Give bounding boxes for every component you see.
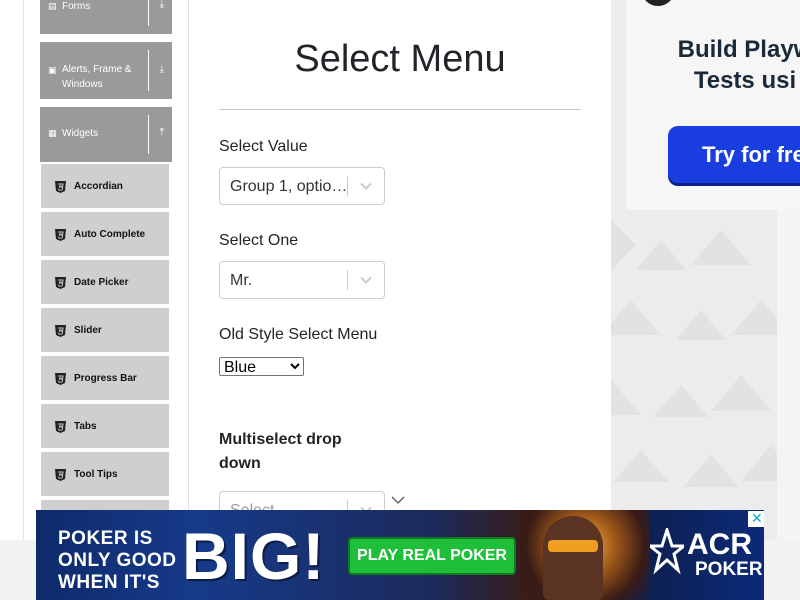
sidebar-item-tabs[interactable]: Tabs xyxy=(41,404,169,450)
sidebar-item-progress-bar[interactable]: Progress Bar xyxy=(41,356,169,402)
banner-brand-sub: POKER xyxy=(695,559,763,580)
html5-icon xyxy=(55,325,66,337)
banner-tagline: POKER IS ONLY GOOD WHEN IT'S xyxy=(58,528,177,594)
banner-tagline-line: WHEN IT'S xyxy=(58,572,160,593)
title-divider xyxy=(219,109,581,110)
page-title: Select Menu xyxy=(294,38,506,80)
sidebar-group-widgets[interactable]: ▦ Widgets ⤒ xyxy=(40,107,172,162)
select-one-label: Select One xyxy=(219,232,299,249)
select-value-dropdown[interactable]: Group 1, option 1 xyxy=(219,167,385,205)
banner-tagline-line: POKER IS xyxy=(58,528,153,549)
ad-headline-line: Build Playw xyxy=(677,36,800,63)
select-value-current: Group 1, option 1 xyxy=(230,178,350,195)
html5-icon xyxy=(55,229,66,241)
sidebar-item-slider[interactable]: Slider xyxy=(41,308,169,354)
sidebar-item-label: Auto Complete xyxy=(74,229,146,240)
dropdown-separator xyxy=(347,270,348,290)
sidebar-group-forms[interactable]: ▤ Forms ⤓ xyxy=(40,0,172,34)
chevron-down-icon[interactable] xyxy=(391,495,405,505)
ad-character xyxy=(543,516,603,600)
dropdown-separator xyxy=(347,176,348,196)
banner-big-word: BIG! xyxy=(182,519,326,593)
sidebar-item-label: Date Picker xyxy=(74,277,129,288)
old-style-select[interactable]: Blue xyxy=(219,357,304,376)
html5-icon xyxy=(55,469,66,481)
divider xyxy=(148,115,149,154)
ad-headline: Build Playw Tests usi xyxy=(675,34,800,96)
window-icon: ▣ xyxy=(48,65,57,75)
divider xyxy=(148,50,149,91)
select-one-current: Mr. xyxy=(230,272,253,289)
sidebar-item-accordian[interactable]: Accordian xyxy=(41,164,169,210)
sidebar-item-date-picker[interactable]: Date Picker xyxy=(41,260,169,306)
sidebar-group-alerts[interactable]: ▣ Alerts, Frame & Windows ⤓ xyxy=(40,42,172,99)
sidebar-group-label: Forms xyxy=(62,1,91,12)
html5-icon xyxy=(55,277,66,289)
collapse-icon[interactable]: ⤒ xyxy=(160,127,164,138)
sidebar-item-tool-tips[interactable]: Tool Tips xyxy=(41,452,169,498)
banner-tagline-line: ONLY GOOD xyxy=(58,550,177,571)
divider xyxy=(148,0,149,26)
html5-icon xyxy=(55,421,66,433)
play-real-poker-button[interactable]: PLAY REAL POKER xyxy=(348,537,516,575)
widgets-icon: ▦ xyxy=(48,128,57,138)
old-style-select-label: Old Style Select Menu xyxy=(219,326,378,343)
html5-icon xyxy=(55,373,66,385)
ad-character-glasses xyxy=(548,540,598,552)
page: ▤ Forms ⤓ ▣ Alerts, Frame & Windows ⤓ ▦ … xyxy=(0,0,800,600)
chevron-down-icon[interactable] xyxy=(359,274,373,286)
select-value-label: Select Value xyxy=(219,138,308,155)
sidebar-item-label: Tabs xyxy=(74,421,97,432)
expand-icon[interactable]: ⤓ xyxy=(160,0,164,10)
sidebar-item-label: Accordian xyxy=(74,181,123,192)
select-one-dropdown[interactable]: Mr. xyxy=(219,261,385,299)
sidebar-group-label: Alerts, Frame & Windows xyxy=(62,64,132,90)
close-icon[interactable]: ✕ xyxy=(751,510,763,527)
sidebar-item-label: Slider xyxy=(74,325,102,336)
banner-advertisement[interactable]: POKER IS ONLY GOOD WHEN IT'S BIG! PLAY R… xyxy=(36,510,764,600)
ad-cta-button[interactable]: Try for fre xyxy=(668,126,800,183)
multiselect-label: Multiselect drop down xyxy=(219,431,342,472)
sidebar-item-auto-complete[interactable]: Auto Complete xyxy=(41,212,169,258)
html5-icon xyxy=(55,181,66,193)
ad-headline-line: Tests usi xyxy=(693,67,797,94)
sidebar-item-label: Tool Tips xyxy=(74,469,118,480)
side-advertisement[interactable]: Build Playw Tests usi Try for fre xyxy=(611,0,800,540)
ad-close-button[interactable]: ✕ xyxy=(748,510,764,527)
sidebar-group-label: Widgets xyxy=(62,128,99,139)
acr-star-icon xyxy=(650,528,684,575)
banner-brand: ACR xyxy=(687,528,752,561)
sidebar-item-label: Progress Bar xyxy=(74,373,137,384)
document-icon: ▤ xyxy=(48,1,57,11)
expand-icon[interactable]: ⤓ xyxy=(160,64,164,75)
chevron-down-icon[interactable] xyxy=(359,180,373,192)
